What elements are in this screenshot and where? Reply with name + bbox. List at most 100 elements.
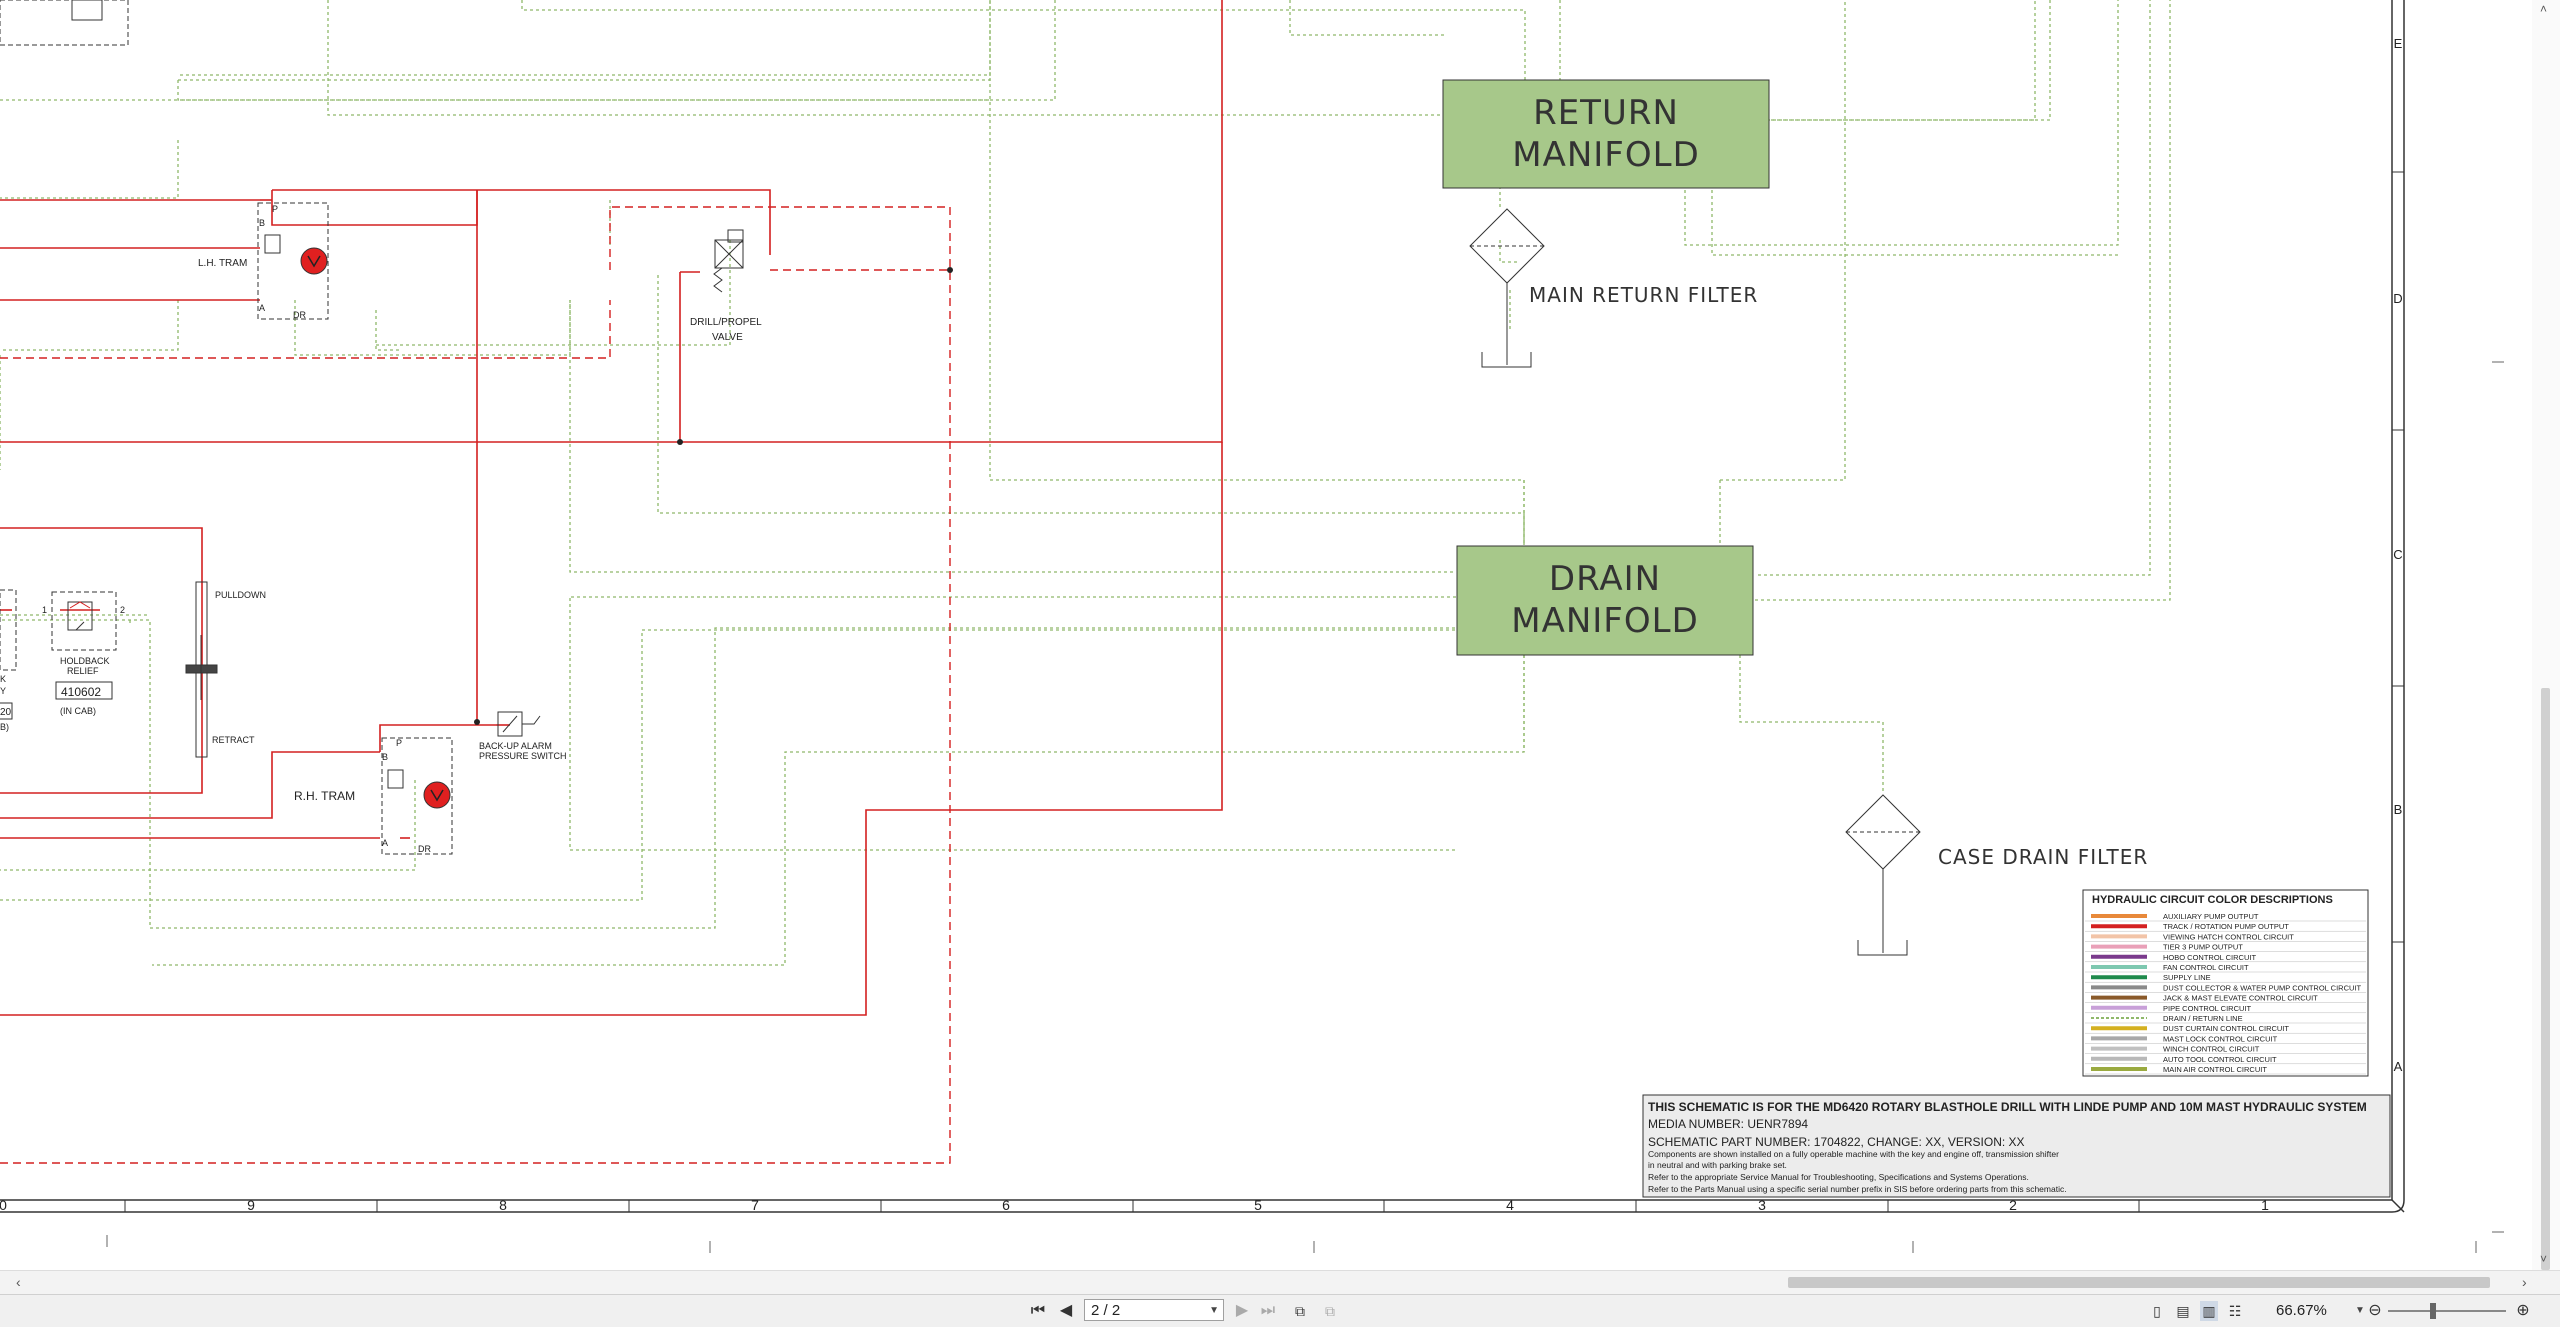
svg-text:SCHEMATIC PART NUMBER: 1704822: SCHEMATIC PART NUMBER: 1704822, CHANGE: … — [1648, 1135, 2025, 1149]
legend-label: AUTO TOOL CONTROL CIRCUIT — [2163, 1055, 2277, 1064]
next-page-icon[interactable]: ▶ — [1232, 1301, 1252, 1321]
chevron-down-icon[interactable]: ▼ — [1209, 1300, 1219, 1322]
grid-column-label: 1 — [2261, 1197, 2269, 1213]
scroll-right-icon[interactable]: › — [2522, 1274, 2527, 1290]
page-indicator: 2 / 2 — [1091, 1302, 1121, 1319]
svg-text:MEDIA NUMBER: UENR7894: MEDIA NUMBER: UENR7894 — [1648, 1117, 1808, 1131]
svg-text:Refer to the appropriate Servi: Refer to the appropriate Service Manual … — [1648, 1172, 2029, 1182]
svg-text:CASE DRAIN FILTER: CASE DRAIN FILTER — [1938, 845, 2148, 869]
svg-text:HYDRAULIC CIRCUIT COLOR DESCRI: HYDRAULIC CIRCUIT COLOR DESCRIPTIONS — [2092, 894, 2333, 906]
legend-label: DUST CURTAIN CONTROL CIRCUIT — [2163, 1024, 2289, 1033]
legend-label: TRACK / ROTATION PUMP OUTPUT — [2163, 922, 2289, 931]
grid-column-label: 0 — [0, 1197, 7, 1213]
svg-text:P: P — [396, 738, 402, 748]
svg-text:RETRACT: RETRACT — [212, 735, 255, 745]
page-view-icon[interactable]: ⧉ — [1320, 1301, 1340, 1321]
document-canvas: P B A DR L.H. TRAM DRILL/PROPEL VALVE 1 … — [0, 0, 2560, 1270]
grid-column-label: 6 — [1002, 1197, 1010, 1213]
grid-column-label: 3 — [1758, 1197, 1766, 1213]
grid-column-label: 2 — [2009, 1197, 2017, 1213]
legend-label: FAN CONTROL CIRCUIT — [2163, 963, 2249, 972]
grid-column-label: 8 — [499, 1197, 507, 1213]
grid-column-label: 7 — [751, 1197, 759, 1213]
svg-text:in neutral and with parking br: in neutral and with parking brake set. — [1648, 1160, 1787, 1170]
svg-text:A: A — [382, 838, 388, 848]
zoom-dropdown-icon[interactable]: ▼ — [2355, 1301, 2365, 1321]
svg-text:2: 2 — [120, 605, 125, 615]
grid-column-label: 4 — [1506, 1197, 1514, 1213]
zoom-slider[interactable] — [2388, 1310, 2506, 1312]
holdback-relief: 1 2 HOLDBACK RELIEF 410602 (IN CAB) K Y … — [0, 589, 125, 732]
svg-text:MAIN RETURN FILTER: MAIN RETURN FILTER — [1529, 283, 1758, 307]
svg-text:A: A — [259, 303, 265, 313]
pdf-viewer: P B A DR L.H. TRAM DRILL/PROPEL VALVE 1 … — [0, 0, 2560, 1327]
svg-text:20: 20 — [0, 707, 12, 718]
lh-tram-label: L.H. TRAM — [198, 258, 247, 269]
legend-label: PIPE CONTROL CIRCUIT — [2163, 1004, 2251, 1013]
page-number-input[interactable]: 2 / 2 ▼ — [1084, 1299, 1224, 1321]
vertical-scrollbar[interactable]: ˄ ˅ — [2532, 0, 2560, 1270]
svg-text:VALVE: VALVE — [712, 332, 743, 343]
grid-row-label: E — [2394, 36, 2403, 51]
svg-text:DRAIN: DRAIN — [1549, 559, 1661, 599]
scroll-left-icon[interactable]: ‹ — [16, 1274, 21, 1290]
color-legend: HYDRAULIC CIRCUIT COLOR DESCRIPTIONS AUX… — [2082, 889, 2369, 1077]
pressure-lines — [0, 0, 1223, 1016]
two-page-continuous-icon[interactable]: ☷ — [2226, 1301, 2244, 1321]
single-page-icon[interactable]: ▯ — [2148, 1301, 2166, 1321]
grid-column-label: 9 — [247, 1197, 255, 1213]
viewer-toolbar: ⏮ ◀ 2 / 2 ▼ ▶ ⏭ ⧉ ⧉ ▯ ▤ ▥ ☷ 66.67% ▼ ⊖ ⊕ — [0, 1294, 2560, 1327]
legend-label: JACK & MAST ELEVATE CONTROL CIRCUIT — [2163, 994, 2318, 1003]
svg-text:B: B — [382, 752, 388, 762]
horizontal-scroll-thumb[interactable] — [1788, 1277, 2490, 1288]
last-page-icon[interactable]: ⏭ — [1258, 1301, 1278, 1321]
svg-text:DR: DR — [418, 844, 431, 854]
zoom-level[interactable]: 66.67% — [2276, 1301, 2327, 1321]
svg-text:BACK-UP ALARM: BACK-UP ALARM — [479, 741, 552, 751]
legend-label: DUST COLLECTOR & WATER PUMP CONTROL CIRC… — [2163, 983, 2361, 992]
legend-label: DRAIN / RETURN LINE — [2163, 1014, 2243, 1023]
legend-label: MAIN AIR CONTROL CIRCUIT — [2163, 1065, 2267, 1074]
drain-lines — [0, 0, 2171, 966]
pulldown-cylinder: PULLDOWN RETRACT — [185, 581, 266, 758]
legend-label: AUXILIARY PUMP OUTPUT — [2163, 912, 2259, 921]
scroll-down-icon[interactable]: ˅ — [2540, 1252, 2547, 1266]
scroll-up-icon[interactable]: ˄ — [2540, 2, 2547, 16]
lh-tram-motor: P B A DR L.H. TRAM — [198, 202, 329, 320]
grid-row-label: A — [2394, 1059, 2403, 1074]
svg-text:DR: DR — [293, 310, 306, 320]
legend-label: TIER 3 PUMP OUTPUT — [2163, 943, 2243, 952]
legend-label: VIEWING HATCH CONTROL CIRCUIT — [2163, 932, 2294, 941]
horizontal-scrollbar[interactable]: ‹ › — [0, 1270, 2560, 1295]
zoom-out-icon[interactable]: ⊖ — [2366, 1301, 2384, 1321]
svg-text:1: 1 — [42, 605, 47, 615]
svg-text:P: P — [272, 204, 278, 214]
grid-row-label: B — [2394, 802, 2403, 817]
cut-component-top — [0, 0, 129, 46]
svg-text:THIS SCHEMATIC IS FOR THE MD64: THIS SCHEMATIC IS FOR THE MD6420 ROTARY … — [1648, 1100, 2367, 1114]
prev-page-icon[interactable]: ◀ — [1056, 1301, 1076, 1321]
two-page-icon[interactable]: ▥ — [2200, 1301, 2218, 1321]
drill-propel-valve: DRILL/PROPEL VALVE — [690, 229, 762, 343]
hydraulic-schematic: P B A DR L.H. TRAM DRILL/PROPEL VALVE 1 … — [0, 0, 2504, 1253]
rotate-view-icon[interactable]: ⧉ — [1290, 1301, 1310, 1321]
svg-text:RETURN: RETURN — [1533, 93, 1679, 133]
first-page-icon[interactable]: ⏮ — [1028, 1301, 1048, 1321]
grid-row-label: D — [2393, 291, 2402, 306]
title-block: THIS SCHEMATIC IS FOR THE MD6420 ROTARY … — [1642, 1094, 2391, 1198]
vertical-scroll-thumb[interactable] — [2541, 688, 2550, 1270]
grid-row-label: C — [2393, 547, 2402, 562]
svg-text:MANIFOLD: MANIFOLD — [1511, 601, 1699, 641]
grid-column-label: 5 — [1254, 1197, 1262, 1213]
zoom-in-icon[interactable]: ⊕ — [2514, 1301, 2532, 1321]
svg-text:K: K — [0, 674, 6, 684]
svg-text:HOLDBACK: HOLDBACK — [60, 656, 110, 666]
svg-text:PRESSURE SWITCH: PRESSURE SWITCH — [479, 751, 567, 761]
legend-label: MAST LOCK CONTROL CIRCUIT — [2163, 1034, 2278, 1043]
svg-text:(IN CAB): (IN CAB) — [60, 706, 96, 716]
svg-text:DRILL/PROPEL: DRILL/PROPEL — [690, 317, 762, 328]
continuous-page-icon[interactable]: ▤ — [2174, 1301, 2192, 1321]
svg-text:MANIFOLD: MANIFOLD — [1512, 135, 1700, 175]
zoom-slider-handle[interactable] — [2430, 1303, 2436, 1319]
svg-text:B): B) — [0, 722, 9, 732]
